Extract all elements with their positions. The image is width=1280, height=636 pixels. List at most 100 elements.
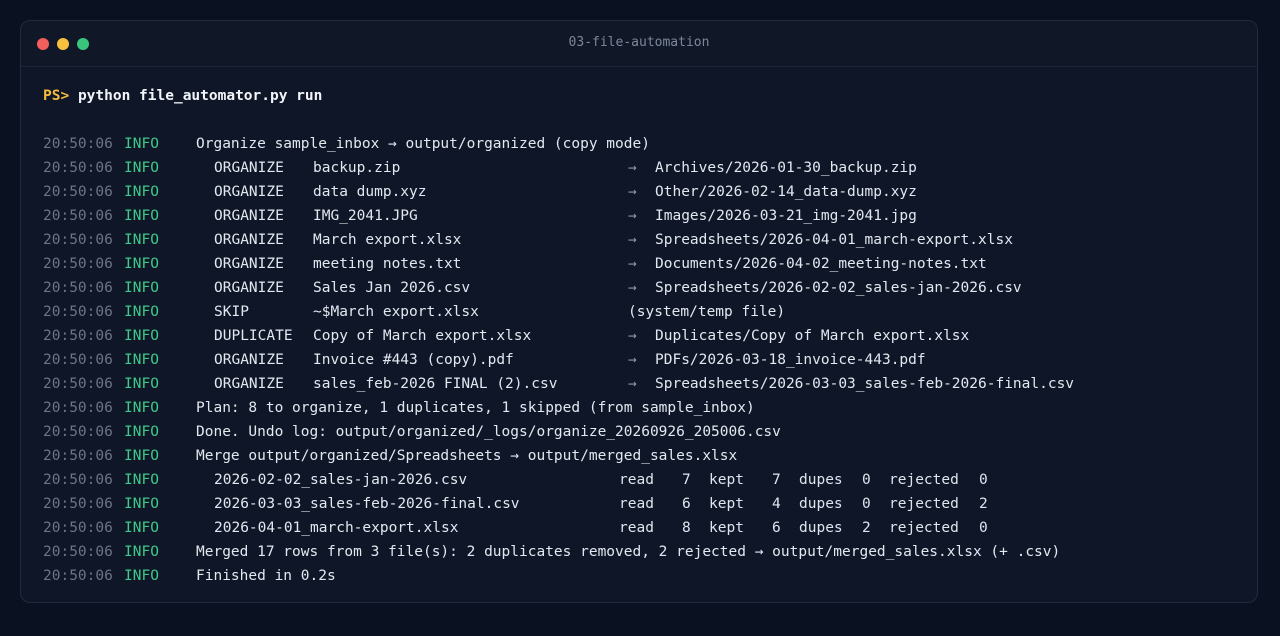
log-line-organize: 20:50:06 INFO SKIP ~$March export.xlsx (syst…: [43, 300, 1257, 324]
log-timestamp: 20:50:06: [43, 328, 113, 344]
log-level: INFO: [124, 208, 159, 224]
log-line-merged: 20:50:06 INFO Merged 17 rows from 3 file…: [43, 540, 1257, 564]
log-message: Finished in 0.2s: [196, 568, 336, 584]
arrow-icon: →: [628, 208, 637, 224]
rejected-count: 2: [979, 496, 988, 512]
dupes-count: 0: [862, 472, 871, 488]
read-count: 8: [682, 520, 691, 536]
arrow-icon: →: [628, 256, 637, 272]
kept-label: kept: [709, 472, 744, 488]
log-destination: Spreadsheets/2026-02-02_sales-jan-2026.c…: [655, 280, 1022, 296]
rejected-label: rejected: [889, 496, 959, 512]
log-action: DUPLICATE: [214, 328, 293, 344]
log-level: INFO: [124, 280, 159, 296]
log-line-organize: 20:50:06 INFO ORGANIZE Sales Jan 2026.csv → S…: [43, 276, 1257, 300]
arrow-icon: →: [628, 232, 637, 248]
log-line-merge-file: 20:50:06 INFO 2026-03-03_sales-feb-2026-fi…: [43, 492, 1257, 516]
prompt-symbol: PS>: [43, 88, 70, 104]
log-destination: Archives/2026-01-30_backup.zip: [655, 160, 917, 176]
merge-file-name: 2026-03-03_sales-feb-2026-final.csv: [214, 496, 520, 512]
merge-file-name: 2026-02-02_sales-jan-2026.csv: [214, 472, 468, 488]
log-timestamp: 20:50:06: [43, 496, 113, 512]
log-timestamp: 20:50:06: [43, 136, 113, 152]
log-line-finished: 20:50:06 INFO Finished in 0.2s: [43, 564, 1257, 588]
log-destination: Spreadsheets/2026-04-01_march-export.xls…: [655, 232, 1013, 248]
log-line-merge-file: 20:50:06 INFO 2026-02-02_sales-jan-2026.cs…: [43, 468, 1257, 492]
log-timestamp: 20:50:06: [43, 400, 113, 416]
read-label: read: [619, 496, 654, 512]
log-action: ORGANIZE: [214, 208, 284, 224]
prompt-line: PS> python file_automator.py run: [43, 84, 1257, 108]
log-timestamp: 20:50:06: [43, 256, 113, 272]
log-output: 20:50:06 INFO Organize sample_inbox → ou…: [43, 132, 1257, 588]
dupes-label: dupes: [799, 472, 843, 488]
log-line-organize: 20:50:06 INFO ORGANIZE Invoice #443 (copy).…: [43, 348, 1257, 372]
dupes-count: 0: [862, 496, 871, 512]
arrow-icon: →: [628, 352, 637, 368]
log-level: INFO: [124, 568, 159, 584]
log-action: ORGANIZE: [214, 160, 284, 176]
window-title: 03-file-automation: [568, 35, 710, 50]
log-action: ORGANIZE: [214, 280, 284, 296]
log-line-header: 20:50:06 INFO Organize sample_inbox → ou…: [43, 132, 1257, 156]
terminal-output[interactable]: PS> python file_automator.py run 20:50:0…: [43, 84, 1257, 588]
log-level: INFO: [124, 400, 159, 416]
rejected-count: 0: [979, 472, 988, 488]
log-source-file: March export.xlsx: [313, 232, 462, 248]
log-destination: Other/2026-02-14_data-dump.xyz: [655, 184, 917, 200]
log-timestamp: 20:50:06: [43, 376, 113, 392]
log-destination: Images/2026-03-21_img-2041.jpg: [655, 208, 917, 224]
terminal-window: 03-file-automation PS> python file_autom…: [20, 20, 1258, 603]
log-level: INFO: [124, 448, 159, 464]
log-source-file: Copy of March export.xlsx: [313, 328, 532, 344]
log-action: ORGANIZE: [214, 256, 284, 272]
read-label: read: [619, 472, 654, 488]
log-line-organize: 20:50:06 INFO ORGANIZE data dump.xyz → Other/…: [43, 180, 1257, 204]
log-level: INFO: [124, 184, 159, 200]
log-timestamp: 20:50:06: [43, 424, 113, 440]
log-level: INFO: [124, 304, 159, 320]
log-timestamp: 20:50:06: [43, 472, 113, 488]
dupes-label: dupes: [799, 496, 843, 512]
log-line-organize: 20:50:06 INFO ORGANIZE meeting notes.txt → Do…: [43, 252, 1257, 276]
log-message: Organize sample_inbox → output/organized…: [196, 136, 650, 152]
log-level: INFO: [124, 520, 159, 536]
log-timestamp: 20:50:06: [43, 232, 113, 248]
title-bar: 03-file-automation: [21, 21, 1257, 67]
read-label: read: [619, 520, 654, 536]
log-message: Plan: 8 to organize, 1 duplicates, 1 ski…: [196, 400, 755, 416]
log-destination: Spreadsheets/2026-03-03_sales-feb-2026-f…: [655, 376, 1075, 392]
log-level: INFO: [124, 496, 159, 512]
arrow-icon: →: [628, 184, 637, 200]
log-timestamp: 20:50:06: [43, 544, 113, 560]
log-source-file: sales_feb-2026 FINAL (2).csv: [313, 376, 558, 392]
log-source-file: backup.zip: [313, 160, 401, 176]
log-source-file: ~$March export.xlsx: [313, 304, 479, 320]
log-destination: Duplicates/Copy of March export.xlsx: [655, 328, 970, 344]
log-line-merge: 20:50:06 INFO Merge output/organized/Spr…: [43, 444, 1257, 468]
log-action: SKIP: [214, 304, 249, 320]
log-line-organize: 20:50:06 INFO ORGANIZE sales_feb-2026 FINAL…: [43, 372, 1257, 396]
kept-count: 4: [772, 496, 781, 512]
log-line-merge-file: 20:50:06 INFO 2026-04-01_march-export.xlsx…: [43, 516, 1257, 540]
log-timestamp: 20:50:06: [43, 184, 113, 200]
log-message: Done. Undo log: output/organized/_logs/o…: [196, 424, 781, 440]
log-level: INFO: [124, 352, 159, 368]
arrow-icon: →: [628, 280, 637, 296]
kept-label: kept: [709, 496, 744, 512]
log-timestamp: 20:50:06: [43, 568, 113, 584]
log-source-file: meeting notes.txt: [313, 256, 462, 272]
log-action: ORGANIZE: [214, 184, 284, 200]
log-line-organize: 20:50:06 INFO ORGANIZE backup.zip → Archives/…: [43, 156, 1257, 180]
log-level: INFO: [124, 544, 159, 560]
log-source-file: Sales Jan 2026.csv: [313, 280, 471, 296]
log-timestamp: 20:50:06: [43, 520, 113, 536]
log-line-done: 20:50:06 INFO Done. Undo log: output/org…: [43, 420, 1257, 444]
log-action: ORGANIZE: [214, 352, 284, 368]
log-message: Merge output/organized/Spreadsheets → ou…: [196, 448, 738, 464]
log-destination: PDFs/2026-03-18_invoice-443.pdf: [655, 352, 926, 368]
log-source-file: data dump.xyz: [313, 184, 427, 200]
arrow-icon: →: [628, 160, 637, 176]
log-timestamp: 20:50:06: [43, 208, 113, 224]
kept-count: 7: [772, 472, 781, 488]
